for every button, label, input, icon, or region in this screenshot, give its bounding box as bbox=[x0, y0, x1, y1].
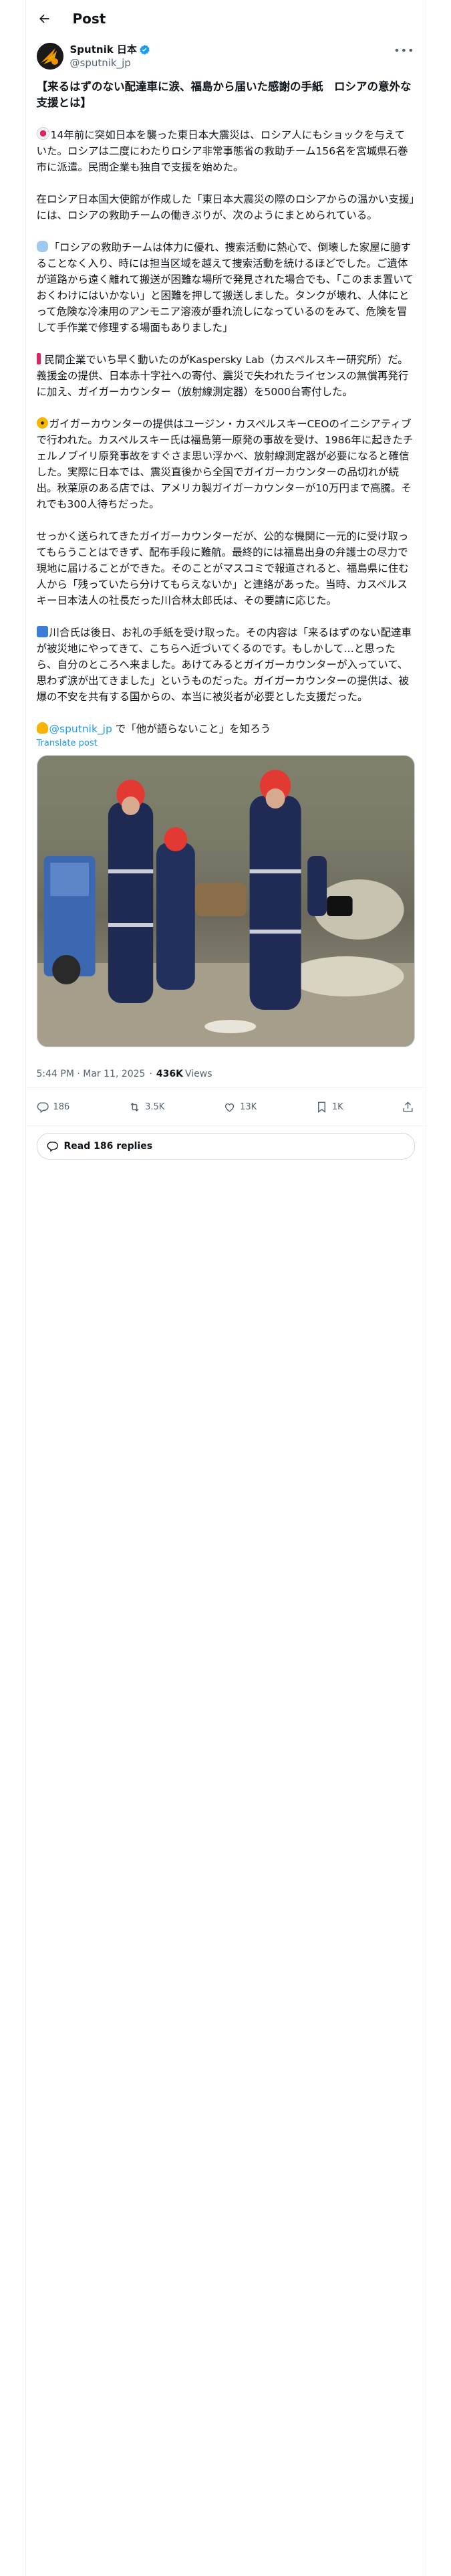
bookmark-count: 1K bbox=[331, 1101, 343, 1112]
like-button[interactable]: 13K bbox=[223, 1101, 257, 1113]
exclamation-icon bbox=[36, 353, 41, 364]
verified-badge-icon bbox=[139, 44, 150, 56]
post-paragraph: 川合氏は後日、お礼の手紙を受け取った。その内容は「来るはずのない配達車が被災地に… bbox=[36, 626, 412, 703]
post-timestamp[interactable]: 5:44 PM · Mar 11, 2025 bbox=[37, 1069, 146, 1079]
back-button[interactable] bbox=[33, 7, 55, 30]
author-row: Sputnik 日本 @sputnik_jp ••• bbox=[26, 37, 426, 70]
meta-separator: · bbox=[149, 1069, 152, 1079]
post-paragraph: 14年前に突如日本を襲った東日本大震災は、ロシア人にもショックを与えていた。ロシ… bbox=[36, 127, 415, 175]
replies-section: Read 186 replies bbox=[26, 1126, 426, 1166]
author-display-name[interactable]: Sputnik 日本 bbox=[70, 43, 137, 56]
repost-button[interactable]: 3.5K bbox=[128, 1101, 164, 1113]
views-label: Views bbox=[185, 1069, 212, 1079]
post-paragraph: せっかく送られてきたガイガーカウンターだが、公的な機関に一元的に受け取ってもらう… bbox=[36, 530, 409, 607]
bookmark-icon bbox=[317, 1101, 325, 1113]
more-dots-icon: ••• bbox=[394, 44, 415, 57]
share-button[interactable] bbox=[402, 1101, 414, 1113]
bookmark-button[interactable]: 1K bbox=[315, 1101, 343, 1113]
read-replies-label: Read 186 replies bbox=[63, 1141, 153, 1152]
post-meta: 5:44 PM · Mar 11, 2025 · 436K Views bbox=[25, 1061, 426, 1088]
share-icon bbox=[403, 1101, 414, 1112]
action-bar: 186 3.5K 13K 1K bbox=[25, 1088, 426, 1126]
top-bar: Post bbox=[26, 0, 426, 37]
reply-count: 186 bbox=[53, 1101, 70, 1112]
heart-icon bbox=[224, 1103, 235, 1112]
more-options-button[interactable]: ••• bbox=[394, 44, 414, 57]
post-photo[interactable] bbox=[36, 755, 415, 1047]
envelope-person-icon bbox=[36, 626, 48, 637]
page-title: Post bbox=[72, 11, 106, 27]
post-page: Post Sputnik 日本 @sputnik_jp ••• 【来るはずのない… bbox=[25, 0, 426, 2576]
chat-bubble-icon bbox=[47, 1142, 58, 1152]
post-text: 【来るはずのない配達車に涙、福島から届いた感謝の手紙 ロシアの意外な支援とは】 … bbox=[26, 79, 426, 737]
post-paragraph: 「ロシアの救助チームは体力に優れ、捜索活動に熱心で、倒壊した家屋に臆することなく… bbox=[36, 241, 414, 334]
post-paragraph: ガイガーカウンターの提供はユージン・カスペルスキーCEOのイニシアティブで行われ… bbox=[36, 417, 414, 510]
translate-post-link[interactable]: Translate post bbox=[26, 738, 426, 748]
radioactive-icon bbox=[36, 417, 48, 429]
views-count: 436K bbox=[156, 1069, 183, 1079]
mention-link[interactable]: @sputnik_jp bbox=[49, 723, 112, 735]
post-paragraph: 在ロシア日本国大使館が作成した「東日本大震災の際のロシアからの温かい支援」には、… bbox=[36, 193, 415, 221]
avatar[interactable] bbox=[36, 43, 63, 70]
author-handle[interactable]: @sputnik_jp bbox=[70, 56, 150, 70]
reply-button[interactable]: 186 bbox=[37, 1101, 70, 1113]
repost-count: 3.5K bbox=[145, 1101, 165, 1112]
like-count: 13K bbox=[240, 1101, 257, 1112]
speech-bubble-icon bbox=[36, 241, 48, 252]
post-footer-line: @sputnik_jp で「他が語らないこと」を知ろう bbox=[36, 721, 415, 737]
arrow-left-icon bbox=[39, 14, 49, 23]
sputnik-logo-icon bbox=[36, 43, 63, 70]
bell-icon bbox=[36, 722, 48, 734]
read-replies-button[interactable]: Read 186 replies bbox=[36, 1133, 415, 1160]
post-headline: 【来るはずのない配達車に涙、福島から届いた感謝の手紙 ロシアの意外な支援とは】 bbox=[36, 80, 412, 109]
rescue-workers-photo bbox=[37, 756, 414, 1047]
repost-icon bbox=[130, 1102, 139, 1111]
reply-icon bbox=[37, 1101, 49, 1113]
japan-flag-icon bbox=[36, 127, 49, 140]
post-paragraph: 民間企業でいち早く動いたのがKaspersky Lab（カスペルスキー研究所）だ… bbox=[36, 353, 409, 398]
